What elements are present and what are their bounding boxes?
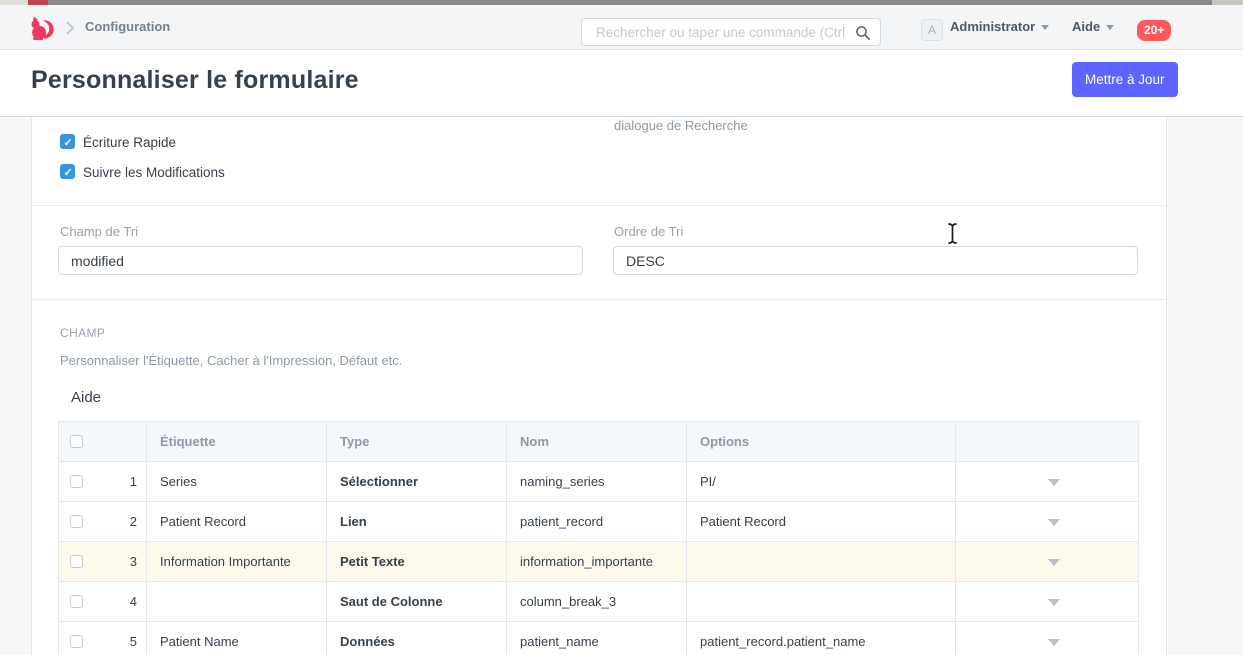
sort-order-label: Ordre de Tri [614,224,683,239]
row-checkbox[interactable] [70,475,83,488]
chevron-down-icon [1041,25,1049,30]
navbar: Configuration A Administrator Aide 20+ [0,5,1243,50]
sort-field-input[interactable] [58,246,583,275]
breadcrumb[interactable]: Configuration [85,19,170,34]
cell-type[interactable]: Lien [327,502,507,542]
cell-options[interactable] [687,582,956,622]
cell-nom[interactable]: column_break_3 [507,582,687,622]
section-description: Personnaliser l'Étiquette, Cacher à l'Im… [60,353,402,368]
grid-header-row: Étiquette Type Nom Options [59,422,1139,462]
row-index: 2 [130,514,137,529]
row-checkbox[interactable] [70,555,83,568]
row-dropdown-icon[interactable] [1048,559,1060,566]
checkbox-label: Suivre les Modifications [83,165,225,180]
search-input[interactable] [582,19,880,45]
row-dropdown-icon[interactable] [1048,599,1060,606]
grid-row[interactable]: 2 Patient Record Lien patient_record Pat… [59,502,1139,542]
select-all-checkbox[interactable] [70,435,83,448]
cell-nom[interactable]: patient_record [507,502,687,542]
clipped-field-label: dialogue de Recherche [614,118,748,133]
search-icon[interactable] [855,25,871,41]
app-logo-squirrel-icon[interactable] [29,15,56,42]
grid-row[interactable]: 5 Patient Name Données patient_name pati… [59,622,1139,655]
breadcrumb-chevron-icon [66,21,75,35]
page-title: Personnaliser le formulaire [31,66,359,95]
fields-grid: Étiquette Type Nom Options 1 Series Séle… [58,421,1138,655]
col-header-nom: Nom [507,422,687,462]
row-index: 5 [130,634,137,649]
cell-etiquette[interactable]: Patient Record [147,502,327,542]
user-menu-label: Administrator [950,19,1035,34]
row-checkbox[interactable] [70,635,83,648]
cell-etiquette[interactable] [147,582,327,622]
page-body: dialogue de Recherche Écriture Rapide Su… [0,117,1243,655]
avatar[interactable]: A [921,19,943,41]
help-menu-label: Aide [1072,19,1100,34]
checkbox-icon[interactable] [60,164,75,179]
row-dropdown-icon[interactable] [1048,479,1060,486]
form-card: dialogue de Recherche Écriture Rapide Su… [31,117,1167,655]
section-divider [32,205,1166,206]
grid-label: Aide [71,389,101,406]
col-header-type: Type [327,422,507,462]
grid-row[interactable]: 4 Saut de Colonne column_break_3 [59,582,1139,622]
row-index: 4 [130,594,137,609]
notifications-badge[interactable]: 20+ [1137,20,1171,41]
cell-type[interactable]: Sélectionner [327,462,507,502]
row-index: 1 [130,474,137,489]
cell-options[interactable]: Patient Record [687,502,956,542]
cell-options[interactable]: PI/ [687,462,956,502]
page-head: Personnaliser le formulaire Mettre à Jou… [0,50,1243,117]
row-checkbox[interactable] [70,515,83,528]
field-grid-body: 1 Series Sélectionner naming_series PI/ … [59,462,1139,655]
cell-options[interactable] [687,542,956,582]
app-window: Configuration A Administrator Aide 20+ P… [0,0,1243,655]
col-header-actions [956,422,1139,462]
col-header-etiquette: Étiquette [147,422,327,462]
cell-options[interactable]: patient_record.patient_name [687,622,956,655]
row-checkbox[interactable] [70,595,83,608]
update-button[interactable]: Mettre à Jour [1072,62,1178,97]
row-dropdown-icon[interactable] [1048,519,1060,526]
cell-type[interactable]: Petit Texte [327,542,507,582]
grid-row[interactable]: 3 Information Importante Petit Texte inf… [59,542,1139,582]
sort-order-input[interactable] [613,246,1138,275]
help-menu[interactable]: Aide [1072,19,1114,34]
section-heading: CHAMP [60,326,105,340]
cell-type[interactable]: Saut de Colonne [327,582,507,622]
checkbox-label: Écriture Rapide [83,135,176,150]
chevron-down-icon [1106,25,1114,30]
cell-etiquette[interactable]: Series [147,462,327,502]
cell-etiquette[interactable]: Information Importante [147,542,327,582]
checkbox-icon[interactable] [60,134,75,149]
grid-row[interactable]: 1 Series Sélectionner naming_series PI/ [59,462,1139,502]
row-index: 3 [130,554,137,569]
user-menu[interactable]: Administrator [950,19,1049,34]
cell-etiquette[interactable]: Patient Name [147,622,327,655]
cell-nom[interactable]: information_importante [507,542,687,582]
cell-nom[interactable]: naming_series [507,462,687,502]
section-divider [32,299,1166,300]
cell-nom[interactable]: patient_name [507,622,687,655]
row-dropdown-icon[interactable] [1048,639,1060,646]
cell-type[interactable]: Données [327,622,507,655]
col-header-options: Options [687,422,956,462]
sort-field-label: Champ de Tri [60,224,138,239]
global-search [581,18,881,46]
